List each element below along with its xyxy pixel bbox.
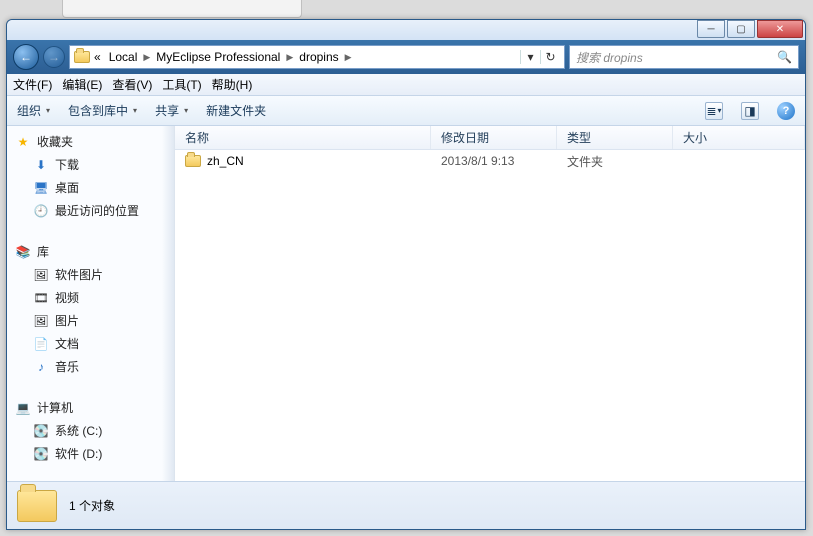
drive-icon: 💽 [33,423,49,439]
chevron-right-icon[interactable]: ▶ [284,52,295,63]
refresh-button[interactable]: ↻ [540,50,560,64]
forward-button[interactable]: → [43,46,65,68]
chevron-right-icon[interactable]: ▶ [141,52,152,63]
col-name[interactable]: 名称 [175,126,431,149]
recent-icon: 🕘 [33,203,49,219]
star-icon: ★ [15,134,31,150]
desktop-icon: 🖥 [33,180,49,196]
video-icon: 🎞 [33,290,49,306]
crumb-dropins[interactable]: dropins [295,50,342,64]
search-input[interactable]: 搜索 dropins 🔍 [569,45,799,69]
sidebar-item-downloads[interactable]: ⬇下载 [7,153,174,176]
back-button[interactable]: ← [13,44,39,70]
address-bar-row: ← → « Local ▶ MyEclipse Professional ▶ d… [7,40,805,74]
sidebar-favorites[interactable]: ★收藏夹 [7,130,174,153]
body: ★收藏夹 ⬇下载 🖥桌面 🕘最近访问的位置 📚库 🖼软件图片 🎞视频 🖼图片 📄… [7,126,805,481]
file-date: 2013/8/1 9:13 [431,154,557,168]
sidebar-computer[interactable]: 💻计算机 [7,396,174,419]
sidebar-item-drive-c[interactable]: 💽系统 (C:) [7,419,174,442]
crumb-myeclipse[interactable]: MyEclipse Professional [152,50,284,64]
menu-view[interactable]: 查看(V) [112,76,152,93]
sidebar-item-desktop[interactable]: 🖥桌面 [7,176,174,199]
document-icon: 📄 [33,336,49,352]
chevron-right-icon[interactable]: ▶ [343,52,354,63]
explorer-window: ─ ▢ ✕ ← → « Local ▶ MyEclipse Profession… [6,19,806,530]
crumb-prefix[interactable]: « [90,50,105,64]
view-mode-button[interactable]: ≣▾ [705,102,723,120]
background-tab [62,0,302,18]
crumb-local[interactable]: Local [105,50,142,64]
preview-pane-button[interactable]: ◨ [741,102,759,120]
sidebar-item-videos[interactable]: 🎞视频 [7,286,174,309]
file-type: 文件夹 [557,153,673,170]
download-icon: ⬇ [33,157,49,173]
drive-icon: 💽 [33,446,49,462]
music-icon: ♪ [33,359,49,375]
search-placeholder: 搜索 dropins [576,49,643,66]
list-item[interactable]: zh_CN 2013/8/1 9:13 文件夹 [175,150,805,172]
minimize-button[interactable]: ─ [697,20,725,38]
library-icon: 📚 [15,244,31,260]
sidebar-item-pictures[interactable]: 🖼图片 [7,309,174,332]
col-type[interactable]: 类型 [557,126,673,149]
col-size[interactable]: 大小 [673,126,805,149]
search-icon[interactable]: 🔍 [777,50,792,64]
sidebar-item-drive-d[interactable]: 💽软件 (D:) [7,442,174,465]
main-pane: 名称 修改日期 类型 大小 zh_CN 2013/8/1 9:13 文件夹 [175,126,805,481]
close-button[interactable]: ✕ [757,20,803,38]
breadcrumb-dropdown[interactable]: ▾ [520,50,540,64]
include-button[interactable]: 包含到库中 [68,102,137,119]
file-name: zh_CN [207,154,244,168]
share-button[interactable]: 共享 [155,102,188,119]
folder-icon [17,490,57,522]
toolbar: 组织 包含到库中 共享 新建文件夹 ≣▾ ◨ ? [7,96,805,126]
sidebar-item-recent[interactable]: 🕘最近访问的位置 [7,199,174,222]
menu-tools[interactable]: 工具(T) [162,76,201,93]
sidebar: ★收藏夹 ⬇下载 🖥桌面 🕘最近访问的位置 📚库 🖼软件图片 🎞视频 🖼图片 📄… [7,126,175,481]
menu-edit[interactable]: 编辑(E) [62,76,102,93]
picture-icon: 🖼 [33,267,49,283]
titlebar: ─ ▢ ✕ [7,20,805,40]
menu-help[interactable]: 帮助(H) [212,76,253,93]
computer-icon: 💻 [15,400,31,416]
column-headers: 名称 修改日期 类型 大小 [175,126,805,150]
folder-icon [185,155,201,167]
col-date[interactable]: 修改日期 [431,126,557,149]
folder-icon [74,49,90,65]
help-icon[interactable]: ? [777,102,795,120]
menu-file[interactable]: 文件(F) [13,76,52,93]
status-text: 1 个对象 [69,497,115,514]
file-list[interactable]: zh_CN 2013/8/1 9:13 文件夹 [175,150,805,481]
status-bar: 1 个对象 [7,481,805,529]
sidebar-item-documents[interactable]: 📄文档 [7,332,174,355]
sidebar-item-music[interactable]: ♪音乐 [7,355,174,378]
sidebar-libraries[interactable]: 📚库 [7,240,174,263]
maximize-button[interactable]: ▢ [727,20,755,38]
organize-button[interactable]: 组织 [17,102,50,119]
sidebar-item-softpics[interactable]: 🖼软件图片 [7,263,174,286]
breadcrumb-bar[interactable]: « Local ▶ MyEclipse Professional ▶ dropi… [69,45,565,69]
picture-icon: 🖼 [33,313,49,329]
menu-bar: 文件(F) 编辑(E) 查看(V) 工具(T) 帮助(H) [7,74,805,96]
new-folder-button[interactable]: 新建文件夹 [206,102,266,119]
